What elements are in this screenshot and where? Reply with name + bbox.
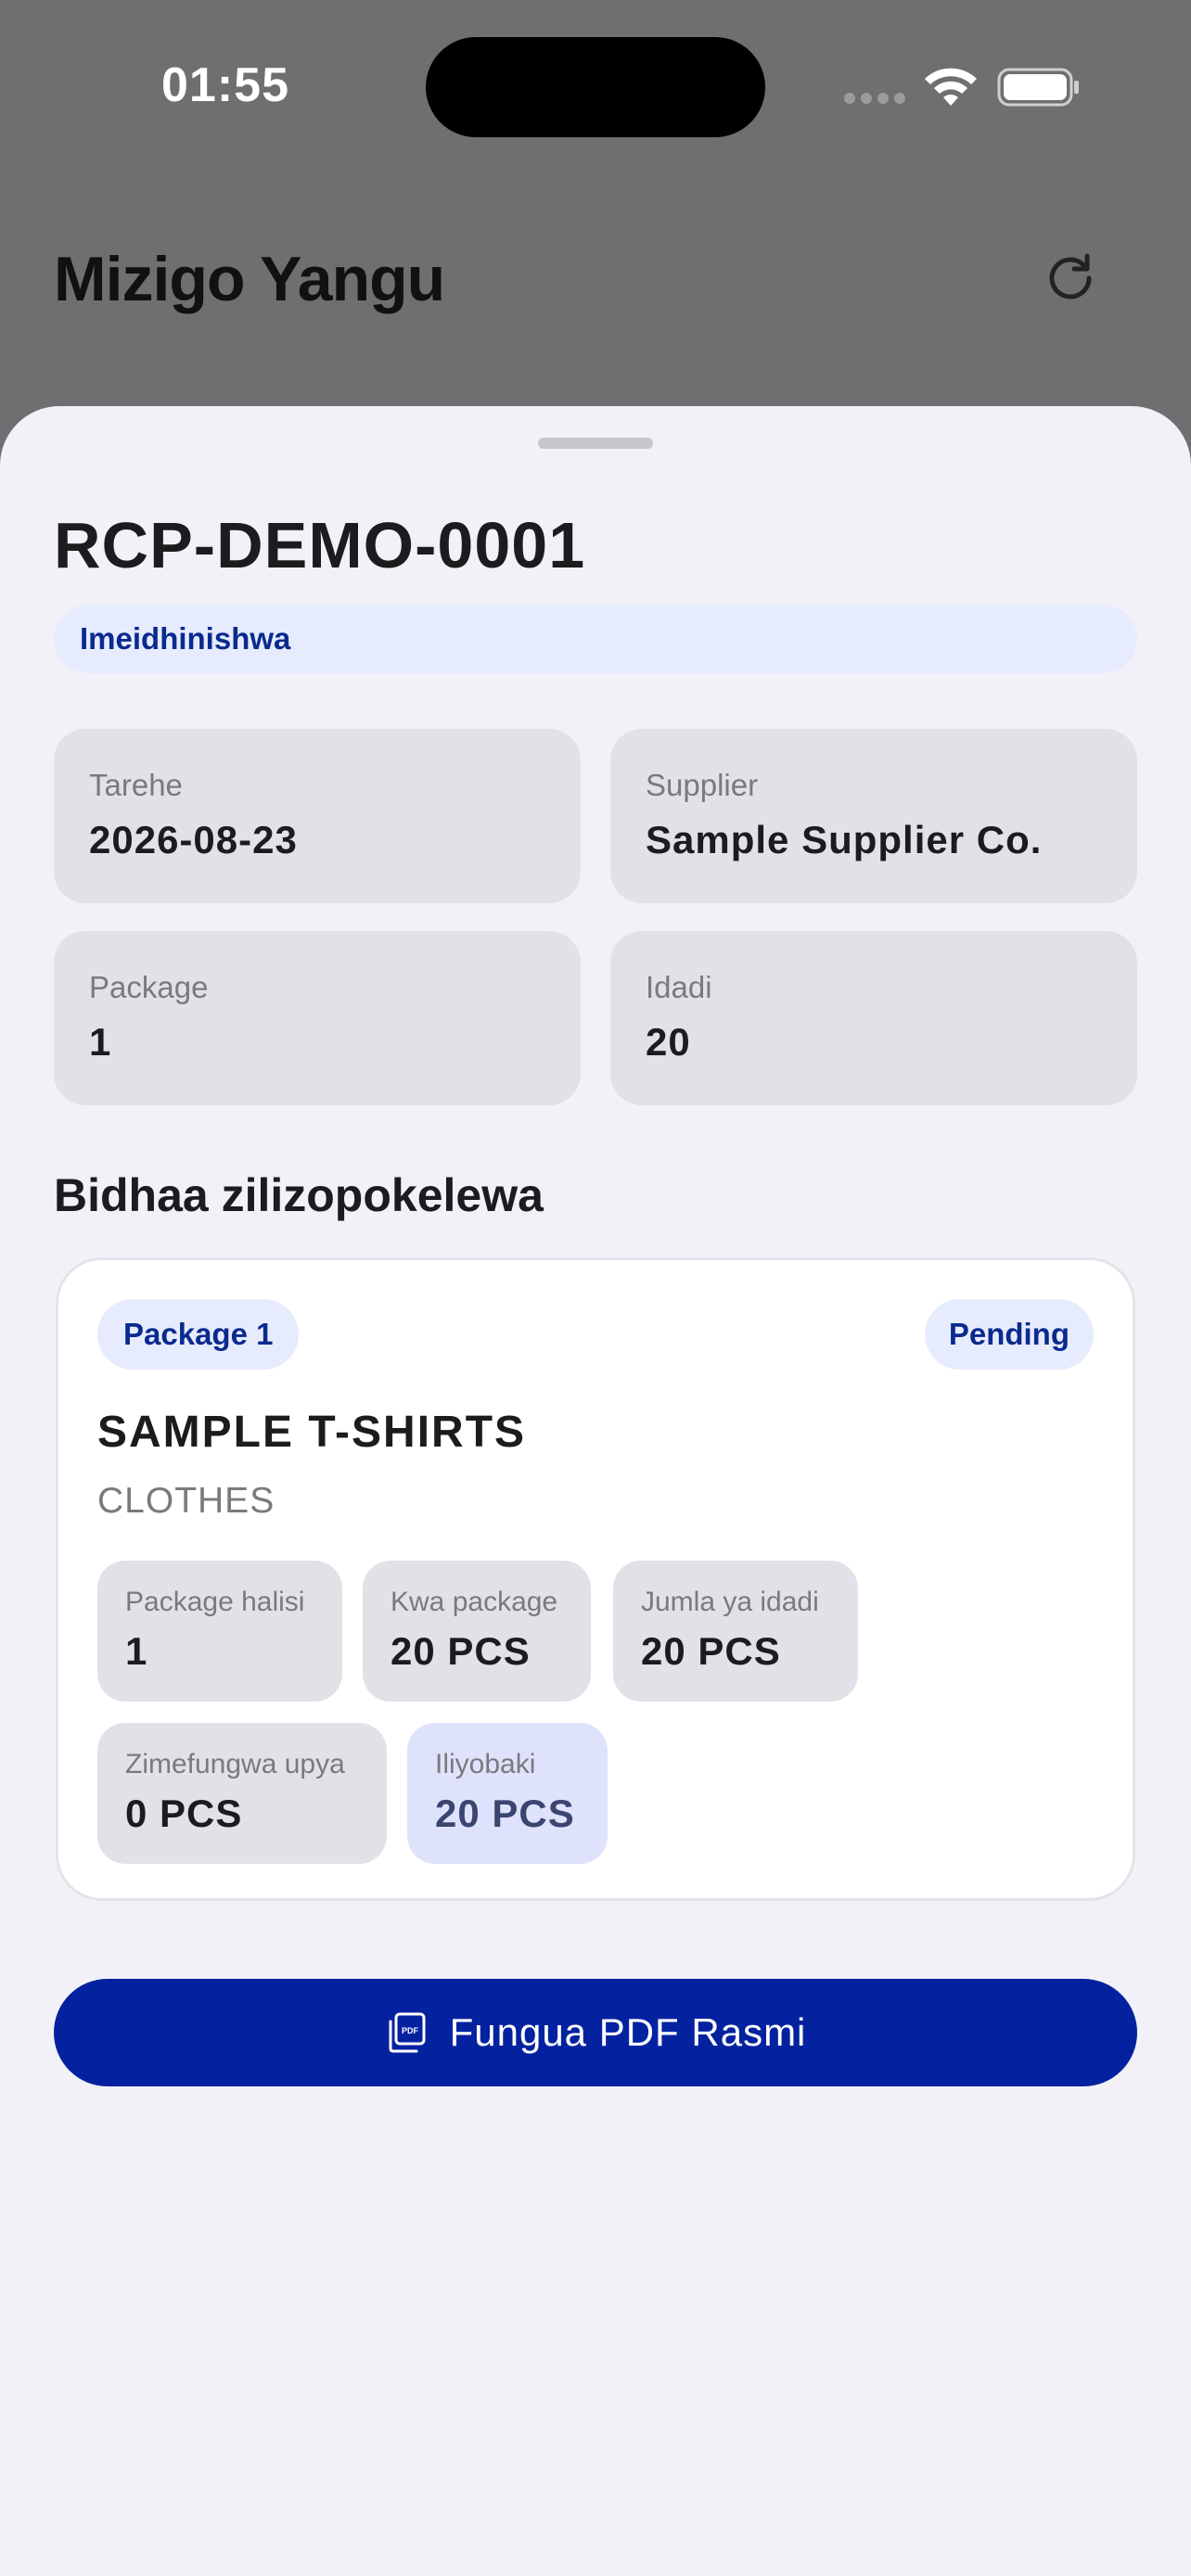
refresh-icon[interactable]: [1044, 250, 1096, 302]
stat-value: 20 PCS: [641, 1629, 781, 1673]
stat-remaining: Iliyobaki 20 PCS: [407, 1723, 608, 1864]
stat-value: 0 PCS: [125, 1792, 243, 1835]
supplier-value: Sample Supplier Co.: [646, 818, 1043, 861]
status-badge: Imeidhinishwa: [54, 605, 1137, 673]
item-status-label: Pending: [948, 1317, 1069, 1351]
stat-label: Package halisi: [125, 1587, 305, 1617]
quantity-label: Idadi: [646, 970, 712, 1004]
stat-value: 1: [125, 1629, 148, 1673]
date-label: Tarehe: [89, 768, 183, 802]
product-category: CLOTHES: [97, 1481, 275, 1521]
receipt-number: RCP-DEMO-0001: [54, 509, 586, 581]
status-time: 01:55: [161, 58, 289, 112]
wifi-icon: [925, 68, 977, 106]
sheet-grabber[interactable]: [538, 438, 653, 449]
product-name: SAMPLE T-SHIRTS: [97, 1408, 527, 1457]
date-value: 2026-08-23: [89, 818, 298, 861]
cellular-signal-icon: [844, 93, 905, 104]
package-tag-label: Package 1: [123, 1317, 274, 1351]
package-label: Package: [89, 970, 209, 1004]
svg-text:PDF: PDF: [402, 2026, 419, 2035]
item-card: Package 1 Pending SAMPLE T-SHIRTS CLOTHE…: [56, 1257, 1135, 1901]
stat-label: Jumla ya idadi: [641, 1587, 819, 1617]
stat-per-package: Kwa package 20 PCS: [363, 1561, 591, 1702]
items-section-title: Bidhaa zilizopokelewa: [54, 1169, 544, 1221]
stat-value: 20 PCS: [391, 1629, 531, 1673]
stat-value: 20 PCS: [435, 1792, 575, 1835]
supplier-label: Supplier: [646, 768, 759, 802]
quantity-card: Idadi 20: [610, 931, 1137, 1105]
battery-icon: [997, 68, 1079, 107]
stat-label: Kwa package: [391, 1587, 558, 1617]
page-title: Mizigo Yangu: [54, 244, 445, 314]
package-value: 1: [89, 1020, 112, 1064]
package-tag: Package 1: [97, 1299, 300, 1370]
item-status-badge: Pending: [924, 1299, 1094, 1370]
stat-label: Iliyobaki: [435, 1749, 536, 1779]
stat-total-quantity: Jumla ya idadi 20 PCS: [613, 1561, 858, 1702]
status-badge-label: Imeidhinishwa: [80, 621, 291, 656]
date-card: Tarehe 2026-08-23: [54, 729, 581, 903]
supplier-card: Supplier Sample Supplier Co.: [610, 729, 1137, 903]
quantity-value: 20: [646, 1020, 691, 1064]
dynamic-island: [426, 37, 765, 137]
stat-package-actual: Package halisi 1: [97, 1561, 342, 1702]
stat-label: Zimefungwa upya: [125, 1749, 345, 1779]
open-pdf-button[interactable]: PDF Fungua PDF Rasmi: [54, 1979, 1137, 2086]
open-pdf-label: Fungua PDF Rasmi: [449, 2010, 807, 2054]
package-card: Package 1: [54, 931, 581, 1105]
stat-repacked: Zimefungwa upya 0 PCS: [97, 1723, 387, 1864]
pdf-icon: PDF: [389, 2012, 426, 2053]
